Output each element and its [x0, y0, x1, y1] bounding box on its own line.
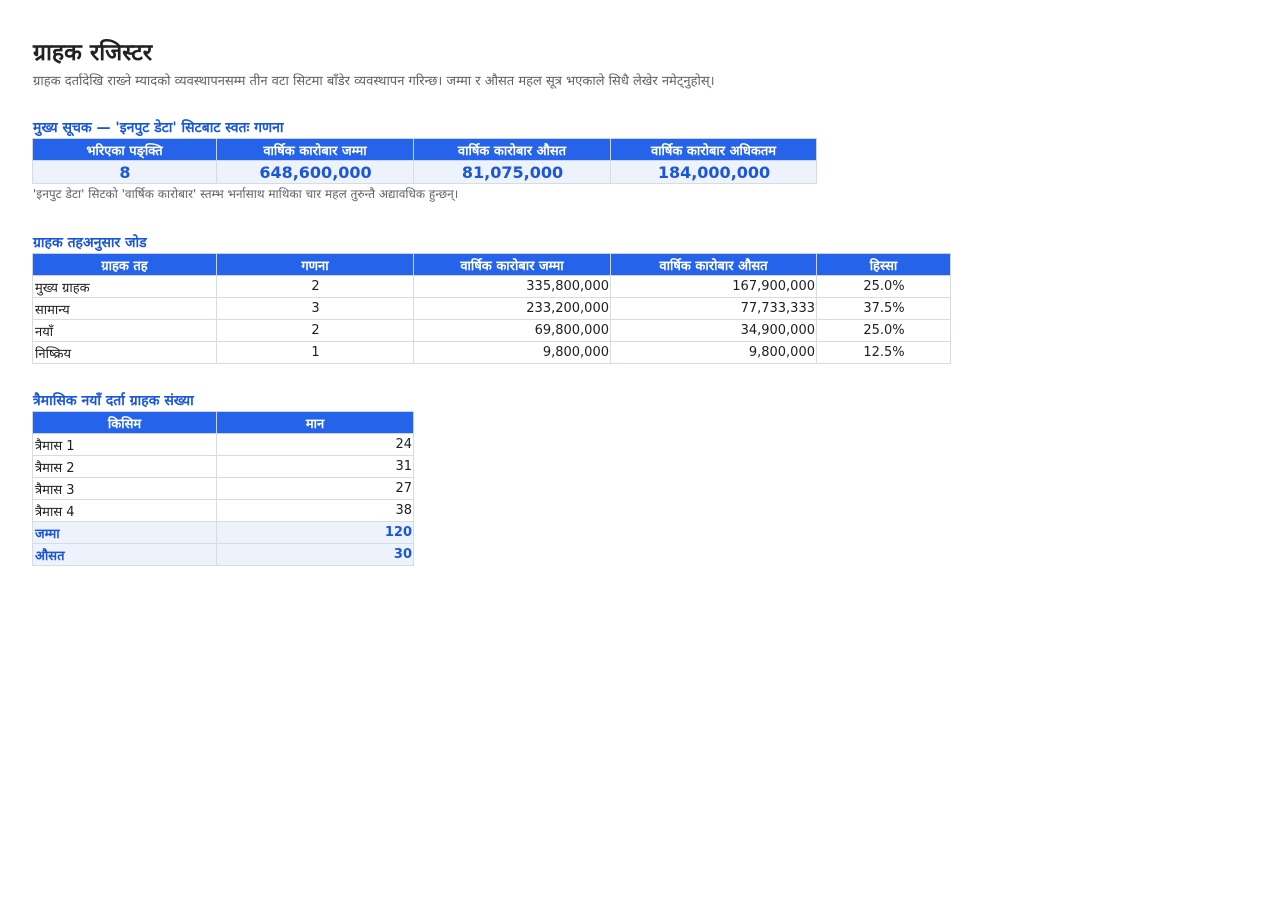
tier-share-cell[interactable]: 12.5%	[816, 341, 951, 364]
quarterly-header-row: किसिम मान	[32, 411, 414, 434]
tier-average-cell[interactable]: 9,800,000	[610, 341, 817, 364]
tier-count-cell[interactable]: 2	[216, 275, 414, 298]
tier-average-cell[interactable]: 167,900,000	[610, 275, 817, 298]
tier-header-cell[interactable]: वार्षिक कारोबार औसत	[610, 253, 817, 276]
summary-value-cell[interactable]: 120	[216, 521, 414, 544]
tier-name-cell[interactable]: नयाँ	[32, 319, 217, 342]
kpi-header-row: भरिएका पङ्क्ति वार्षिक कारोबार जम्मा वार…	[32, 138, 817, 161]
quarterly-table: किसिम मान त्रैमास 1 24 त्रैमास 2 31 त्रै…	[32, 411, 414, 566]
quarter-label-cell[interactable]: त्रैमास 3	[32, 477, 217, 500]
tier-share-cell[interactable]: 37.5%	[816, 297, 951, 320]
page-title: ग्राहक रजिस्टर	[33, 40, 153, 66]
table-row: त्रैमास 4 38	[32, 499, 414, 522]
quarter-value-cell[interactable]: 24	[216, 433, 414, 456]
kpi-section-title: मुख्य सूचक — 'इनपुट डेटा' सिटबाट स्वतः ग…	[33, 120, 284, 136]
kpi-value-row: 8 648,600,000 81,075,000 184,000,000	[32, 160, 817, 184]
quarter-label-cell[interactable]: त्रैमास 4	[32, 499, 217, 522]
tier-header-cell[interactable]: हिस्सा	[816, 253, 951, 276]
kpi-header-cell[interactable]: भरिएका पङ्क्ति	[32, 138, 217, 161]
table-row: त्रैमास 2 31	[32, 455, 414, 478]
quarter-value-cell[interactable]: 38	[216, 499, 414, 522]
tier-count-cell[interactable]: 2	[216, 319, 414, 342]
quarterly-section-title: त्रैमासिक नयाँ दर्ता ग्राहक संख्या	[33, 393, 194, 409]
quarter-label-cell[interactable]: त्रैमास 1	[32, 433, 217, 456]
tier-total-cell[interactable]: 233,200,000	[413, 297, 611, 320]
kpi-section: मुख्य सूचक — 'इनपुट डेटा' सिटबाट स्वतः ग…	[32, 118, 817, 204]
quarterly-header-cell[interactable]: किसिम	[32, 411, 217, 434]
tier-total-cell[interactable]: 9,800,000	[413, 341, 611, 364]
kpi-value-cell[interactable]: 81,075,000	[413, 160, 611, 184]
tier-section-title: ग्राहक तहअनुसार जोड	[33, 235, 147, 251]
table-row: सामान्य 3 233,200,000 77,733,333 37.5%	[32, 297, 951, 320]
kpi-header-cell[interactable]: वार्षिक कारोबार जम्मा	[216, 138, 414, 161]
tier-total-cell[interactable]: 69,800,000	[413, 319, 611, 342]
quarterly-section: त्रैमासिक नयाँ दर्ता ग्राहक संख्या किसिम…	[32, 391, 414, 566]
kpi-header-cell[interactable]: वार्षिक कारोबार औसत	[413, 138, 611, 161]
tier-share-cell[interactable]: 25.0%	[816, 319, 951, 342]
tier-share-cell[interactable]: 25.0%	[816, 275, 951, 298]
summary-label-cell[interactable]: जम्मा	[32, 521, 217, 544]
summary-row-total: जम्मा 120	[32, 521, 414, 544]
summary-value-cell[interactable]: 30	[216, 543, 414, 566]
tier-count-cell[interactable]: 3	[216, 297, 414, 320]
kpi-table: भरिएका पङ्क्ति वार्षिक कारोबार जम्मा वार…	[32, 138, 817, 184]
table-row: नयाँ 2 69,800,000 34,900,000 25.0%	[32, 319, 951, 342]
kpi-value-cell[interactable]: 8	[32, 160, 217, 184]
tier-name-cell[interactable]: मुख्य ग्राहक	[32, 275, 217, 298]
tier-average-cell[interactable]: 77,733,333	[610, 297, 817, 320]
summary-row-average: औसत 30	[32, 543, 414, 566]
table-row: त्रैमास 3 27	[32, 477, 414, 500]
tier-count-cell[interactable]: 1	[216, 341, 414, 364]
page-subtitle: ग्राहक दर्तादेखि राख्ने म्यादको व्यवस्था…	[33, 74, 715, 89]
tier-header-cell[interactable]: ग्राहक तह	[32, 253, 217, 276]
quarter-value-cell[interactable]: 27	[216, 477, 414, 500]
table-row: निष्क्रिय 1 9,800,000 9,800,000 12.5%	[32, 341, 951, 364]
tier-header-cell[interactable]: वार्षिक कारोबार जम्मा	[413, 253, 611, 276]
tier-table: ग्राहक तह गणना वार्षिक कारोबार जम्मा वार…	[32, 253, 951, 364]
tier-name-cell[interactable]: सामान्य	[32, 297, 217, 320]
tier-section: ग्राहक तहअनुसार जोड ग्राहक तह गणना वार्ष…	[32, 233, 951, 364]
table-row: मुख्य ग्राहक 2 335,800,000 167,900,000 2…	[32, 275, 951, 298]
kpi-value-cell[interactable]: 184,000,000	[610, 160, 817, 184]
table-row: त्रैमास 1 24	[32, 433, 414, 456]
quarter-label-cell[interactable]: त्रैमास 2	[32, 455, 217, 478]
report-page: ग्राहक रजिस्टर ग्राहक दर्तादेखि राख्ने म…	[32, 36, 1253, 566]
kpi-header-cell[interactable]: वार्षिक कारोबार अधिकतम	[610, 138, 817, 161]
tier-total-cell[interactable]: 335,800,000	[413, 275, 611, 298]
quarterly-header-cell[interactable]: मान	[216, 411, 414, 434]
quarter-value-cell[interactable]: 31	[216, 455, 414, 478]
tier-average-cell[interactable]: 34,900,000	[610, 319, 817, 342]
summary-label-cell[interactable]: औसत	[32, 543, 217, 566]
tier-header-row: ग्राहक तह गणना वार्षिक कारोबार जम्मा वार…	[32, 253, 951, 276]
tier-name-cell[interactable]: निष्क्रिय	[32, 341, 217, 364]
tier-header-cell[interactable]: गणना	[216, 253, 414, 276]
kpi-value-cell[interactable]: 648,600,000	[216, 160, 414, 184]
kpi-note: 'इनपुट डेटा' सिटको 'वार्षिक कारोबार' स्त…	[33, 187, 459, 201]
